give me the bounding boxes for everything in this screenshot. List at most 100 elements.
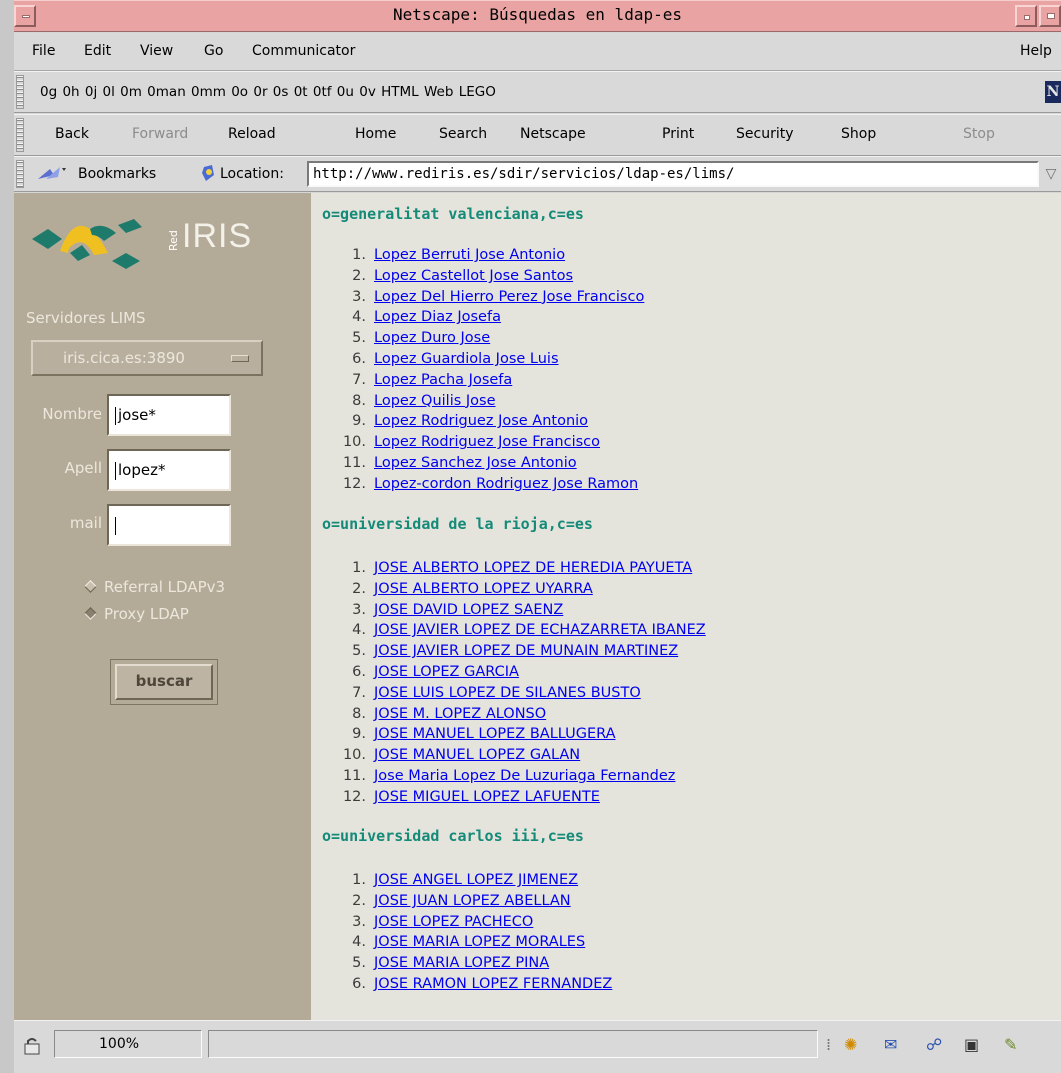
- menu-communicator[interactable]: Communicator: [252, 43, 355, 59]
- menu-file[interactable]: File: [32, 43, 55, 59]
- reload-button[interactable]: Reload: [228, 126, 276, 142]
- menu-go[interactable]: Go: [204, 43, 223, 59]
- padlock-icon[interactable]: [22, 1037, 44, 1055]
- result-link[interactable]: Jose Maria Lopez De Luzuriaga Fernandez: [374, 768, 675, 784]
- result-link[interactable]: JOSE ANGEL LOPEZ JIMENEZ: [374, 872, 578, 888]
- result-link[interactable]: Lopez Sanchez Jose Antonio: [374, 455, 577, 471]
- search-sidebar: Red IRIS Servidores LIMS iris.cica.es:38…: [14, 193, 311, 1020]
- navigator-icon[interactable]: ✺: [844, 1035, 857, 1054]
- result-item: 7. Lopez Pacha Josefa: [333, 370, 644, 391]
- results-list: 1. JOSE ANGEL LOPEZ JIMENEZ 2. JOSE JUAN LO…: [333, 870, 612, 995]
- result-link[interactable]: JOSE MANUEL LOPEZ BALLUGERA: [374, 726, 616, 742]
- back-button[interactable]: Back: [55, 126, 89, 142]
- toolbar-grip[interactable]: [16, 118, 24, 152]
- location-icon[interactable]: [200, 163, 218, 183]
- result-link[interactable]: JOSE MANUEL LOPEZ GALAN: [374, 747, 580, 763]
- result-number: 10.: [342, 434, 366, 451]
- browser-window: Netscape: Búsquedas en ldap-es File Edit…: [14, 0, 1061, 1073]
- forward-button[interactable]: Forward: [132, 126, 188, 142]
- result-link[interactable]: JOSE JAVIER LOPEZ DE MUNAIN MARTINEZ: [374, 643, 678, 659]
- print-button[interactable]: Print: [662, 126, 694, 142]
- mail-field[interactable]: [107, 504, 231, 546]
- menu-view[interactable]: View: [140, 43, 173, 59]
- result-link[interactable]: Lopez Del Hierro Perez Jose Francisco: [374, 289, 644, 305]
- component-grip-icon[interactable]: ⁞: [826, 1035, 831, 1054]
- result-item: 9. Lopez Rodriguez Jose Antonio: [333, 411, 644, 432]
- radio-proxy-ldap[interactable]: Proxy LDAP: [84, 605, 189, 623]
- result-link[interactable]: Lopez Rodriguez Jose Francisco: [374, 434, 600, 450]
- result-link[interactable]: Lopez Duro Jose: [374, 330, 490, 346]
- result-number: 5.: [352, 955, 366, 972]
- status-bar: 100% ⁞ ✺ ✉ ☍ ▣ ✎: [14, 1020, 1061, 1073]
- result-link[interactable]: JOSE LUIS LOPEZ DE SILANES BUSTO: [374, 685, 641, 701]
- menu-edit[interactable]: Edit: [84, 43, 111, 59]
- buscar-button[interactable]: buscar: [115, 664, 213, 700]
- apell-label: Apell: [64, 459, 102, 477]
- result-link[interactable]: JOSE JUAN LOPEZ ABELLAN: [374, 893, 571, 909]
- result-link[interactable]: Lopez Quilis Jose: [374, 393, 496, 409]
- result-link[interactable]: JOSE DAVID LOPEZ SAENZ: [374, 602, 563, 618]
- org-heading: o=universidad carlos iii,c=es: [322, 827, 584, 845]
- nombre-label: Nombre: [42, 405, 102, 423]
- result-link[interactable]: Lopez Rodriguez Jose Antonio: [374, 413, 588, 429]
- home-button[interactable]: Home: [355, 126, 396, 142]
- result-link[interactable]: Lopez-cordon Rodriguez Jose Ramon: [374, 476, 638, 492]
- netscape-button[interactable]: Netscape: [520, 126, 586, 142]
- toolbar-grip[interactable]: [16, 75, 24, 109]
- apell-field[interactable]: lopez*: [107, 449, 231, 491]
- result-item: 5. Lopez Duro Jose: [333, 328, 644, 349]
- result-link[interactable]: Lopez Castellot Jose Santos: [374, 268, 573, 284]
- mail-icon[interactable]: ✉: [884, 1035, 897, 1054]
- result-link[interactable]: Lopez Diaz Josefa: [374, 309, 501, 325]
- result-number: 8.: [352, 705, 366, 722]
- result-link[interactable]: JOSE ALBERTO LOPEZ UYARRA: [374, 581, 593, 597]
- result-item: 12. Lopez-cordon Rodriguez Jose Ramon: [333, 474, 644, 495]
- radio-referral-ldapv3[interactable]: Referral LDAPv3: [84, 578, 225, 596]
- result-number: 3.: [352, 913, 366, 930]
- menu-help[interactable]: Help: [1020, 43, 1052, 59]
- toolbar-grip[interactable]: [16, 160, 24, 188]
- url-dropdown-icon[interactable]: ▽: [1041, 161, 1061, 187]
- security-button[interactable]: Security: [736, 126, 794, 142]
- maximize-button[interactable]: [1039, 5, 1061, 27]
- result-link[interactable]: JOSE MARIA LOPEZ PINA: [374, 955, 549, 971]
- result-item: 6. Lopez Guardiola Jose Luis: [333, 349, 644, 370]
- result-link[interactable]: JOSE LOPEZ GARCIA: [374, 664, 519, 680]
- result-link[interactable]: JOSE M. LOPEZ ALONSO: [374, 706, 546, 722]
- shop-button[interactable]: Shop: [841, 126, 876, 142]
- server-select-value: iris.cica.es:3890: [63, 349, 185, 367]
- title-bar[interactable]: Netscape: Búsquedas en ldap-es: [14, 0, 1061, 32]
- discussions-icon[interactable]: ☍: [926, 1035, 942, 1054]
- dropdown-indicator-icon: [231, 355, 249, 362]
- personal-links[interactable]: 0g 0h 0j 0l 0m 0man 0mm 0o 0r 0s 0t 0tf …: [40, 84, 496, 100]
- result-number: 2.: [352, 267, 366, 284]
- result-link[interactable]: JOSE JAVIER LOPEZ DE ECHAZARRETA IBANEZ: [374, 622, 706, 638]
- result-item: 8. Lopez Quilis Jose: [333, 391, 644, 412]
- bookmarks-label[interactable]: Bookmarks: [78, 166, 156, 182]
- result-link[interactable]: JOSE MARIA LOPEZ MORALES: [374, 934, 585, 950]
- stop-button[interactable]: Stop: [963, 126, 995, 142]
- result-link[interactable]: Lopez Berruti Jose Antonio: [374, 247, 565, 263]
- result-link[interactable]: JOSE RAMON LOPEZ FERNANDEZ: [374, 976, 612, 992]
- result-number: 4.: [352, 622, 366, 639]
- server-select[interactable]: iris.cica.es:3890: [31, 340, 263, 376]
- status-message-cell: [208, 1030, 818, 1058]
- result-link[interactable]: JOSE MIGUEL LOPEZ LAFUENTE: [374, 789, 600, 805]
- result-link[interactable]: Lopez Pacha Josefa: [374, 372, 512, 388]
- result-number: 1.: [352, 872, 366, 888]
- results-list: 1. JOSE ALBERTO LOPEZ DE HEREDIA PAYUETA 2…: [333, 558, 706, 808]
- nombre-field[interactable]: jose*: [107, 394, 231, 436]
- result-link[interactable]: JOSE ALBERTO LOPEZ DE HEREDIA PAYUETA: [374, 560, 692, 576]
- result-link[interactable]: Lopez Guardiola Jose Luis: [374, 351, 559, 367]
- result-link[interactable]: JOSE LOPEZ PACHECO: [374, 914, 533, 930]
- edit-icon[interactable]: ✎: [1004, 1035, 1017, 1054]
- bookmarks-icon[interactable]: [36, 165, 70, 183]
- result-number: 2.: [352, 892, 366, 909]
- location-label: Location:: [220, 166, 284, 182]
- url-field[interactable]: http://www.rediris.es/sdir/servicios/lda…: [307, 161, 1039, 187]
- composer-icon[interactable]: ▣: [964, 1035, 979, 1054]
- netscape-logo[interactable]: N: [1045, 81, 1061, 103]
- search-button[interactable]: Search: [439, 126, 487, 142]
- result-number: 6.: [352, 975, 366, 992]
- minimize-button[interactable]: [1015, 5, 1037, 27]
